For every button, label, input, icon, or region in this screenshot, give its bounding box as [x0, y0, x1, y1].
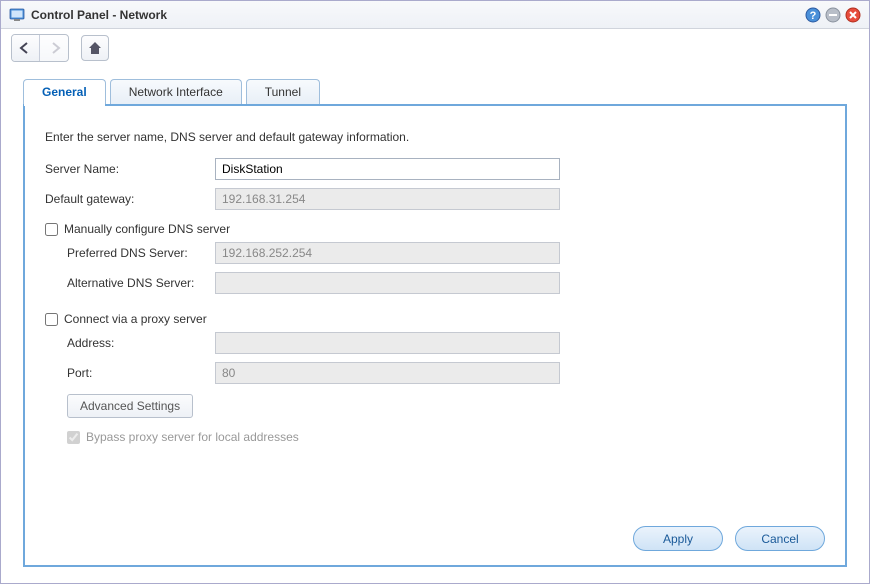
nav-group: [11, 34, 69, 62]
server-name-label: Server Name:: [45, 162, 215, 176]
row-manual-dns: Manually configure DNS server: [45, 222, 825, 236]
row-pref-dns: Preferred DNS Server:: [45, 242, 825, 264]
nav-toolbar: [1, 29, 869, 67]
control-panel-window: Control Panel - Network ? General Networ…: [0, 0, 870, 584]
general-panel: Enter the server name, DNS server and de…: [23, 104, 847, 567]
content-area: General Network Interface Tunnel Enter t…: [1, 67, 869, 583]
manual-dns-label: Manually configure DNS server: [64, 222, 230, 236]
pref-dns-label: Preferred DNS Server:: [45, 246, 215, 260]
alt-dns-label: Alternative DNS Server:: [45, 276, 215, 290]
proxy-port-label: Port:: [45, 366, 215, 380]
row-proxy-port: Port:: [45, 362, 825, 384]
forward-button[interactable]: [40, 35, 68, 61]
server-name-input[interactable]: [215, 158, 560, 180]
advanced-settings-button[interactable]: Advanced Settings: [67, 394, 193, 418]
manual-dns-checkbox[interactable]: [45, 223, 58, 236]
row-alt-dns: Alternative DNS Server:: [45, 272, 825, 294]
pref-dns-input: [215, 242, 560, 264]
bypass-checkbox: [67, 431, 80, 444]
proxy-port-input: [215, 362, 560, 384]
home-button[interactable]: [81, 35, 109, 61]
titlebar: Control Panel - Network ?: [1, 1, 869, 29]
proxy-checkbox[interactable]: [45, 313, 58, 326]
proxy-address-input: [215, 332, 560, 354]
intro-text: Enter the server name, DNS server and de…: [45, 130, 825, 144]
footer-buttons: Apply Cancel: [45, 516, 825, 551]
row-gateway: Default gateway:: [45, 188, 825, 210]
gateway-label: Default gateway:: [45, 192, 215, 206]
row-proxy: Connect via a proxy server: [45, 312, 825, 326]
cancel-button[interactable]: Cancel: [735, 526, 825, 551]
network-app-icon: [9, 7, 25, 23]
row-server-name: Server Name:: [45, 158, 825, 180]
window-title: Control Panel - Network: [31, 8, 801, 22]
minimize-button[interactable]: [825, 7, 841, 23]
back-button[interactable]: [12, 35, 40, 61]
gateway-input: [215, 188, 560, 210]
alt-dns-input: [215, 272, 560, 294]
tab-general[interactable]: General: [23, 79, 106, 104]
bypass-label: Bypass proxy server for local addresses: [86, 430, 299, 444]
close-button[interactable]: [845, 7, 861, 23]
tab-network-interface[interactable]: Network Interface: [110, 79, 242, 104]
tab-tunnel[interactable]: Tunnel: [246, 79, 320, 104]
row-bypass: Bypass proxy server for local addresses: [45, 430, 825, 444]
svg-text:?: ?: [810, 10, 817, 22]
proxy-address-label: Address:: [45, 336, 215, 350]
row-proxy-address: Address:: [45, 332, 825, 354]
apply-button[interactable]: Apply: [633, 526, 723, 551]
proxy-label: Connect via a proxy server: [64, 312, 207, 326]
help-button[interactable]: ?: [805, 7, 821, 23]
tab-strip: General Network Interface Tunnel: [23, 79, 847, 104]
